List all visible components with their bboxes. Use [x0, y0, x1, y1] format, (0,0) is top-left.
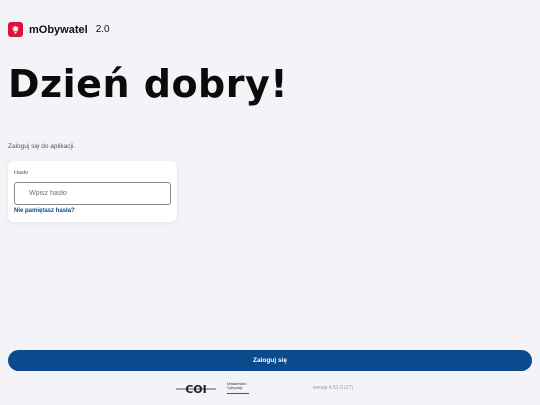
app-version: 2.0	[95, 24, 110, 35]
password-input[interactable]	[14, 182, 171, 205]
coi-logo-icon: COI	[176, 383, 216, 396]
login-screen: mObywatel 2.0 Dzień dobry! Zaloguj się d…	[0, 0, 540, 405]
app-name: mObywatel	[29, 23, 88, 36]
ministry-flag-bar	[227, 393, 249, 394]
app-brand: mObywatel 2.0	[8, 22, 110, 37]
app-version-footer: wersja 4.51.0 (27)	[313, 385, 354, 391]
footer: COI Ministerstwo Cyfryzacji wersja 4.51.…	[0, 380, 540, 400]
ministry-line2: Cyfryzacji	[227, 386, 243, 391]
login-subtitle: Zaloguj się do aplikacji.	[8, 143, 76, 150]
login-button[interactable]: Zaloguj się	[8, 350, 532, 371]
greeting-heading: Dzień dobry!	[8, 62, 289, 106]
password-label: Hasło	[14, 170, 29, 176]
eagle-emblem-icon	[8, 22, 23, 37]
forgot-password-link[interactable]: Nie pamiętasz hasła?	[14, 208, 75, 214]
login-card: Hasło Nie pamiętasz hasła?	[8, 161, 177, 222]
ministry-logo: Ministerstwo Cyfryzacji	[227, 382, 253, 390]
coi-logo-text: COI	[185, 383, 207, 396]
